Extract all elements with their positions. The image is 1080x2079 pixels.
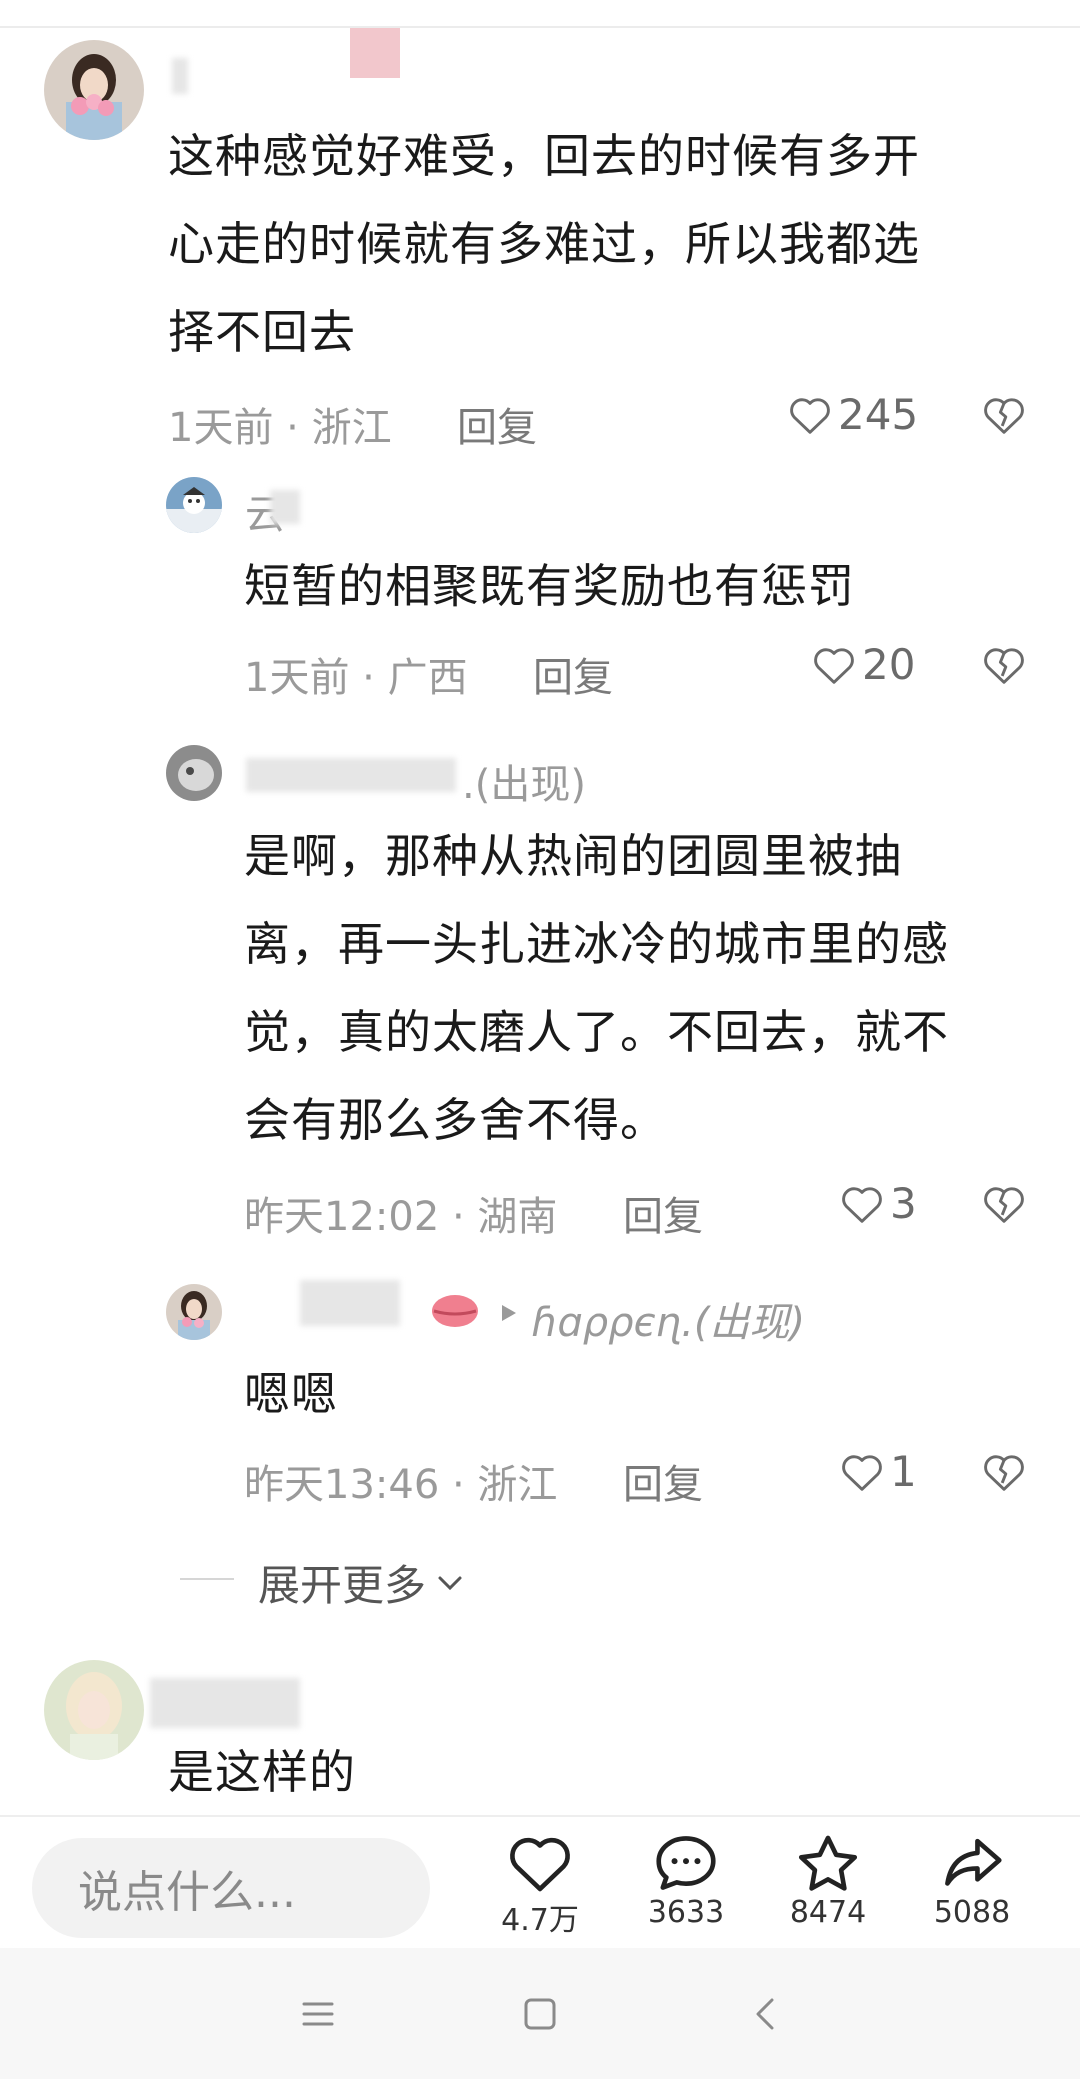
share-icon <box>945 1838 1002 1886</box>
comment-input[interactable]: 说点什么... <box>32 1838 430 1938</box>
like-button[interactable]: 3 <box>840 1179 917 1228</box>
heart-icon <box>842 1186 882 1223</box>
top-divider <box>0 26 1080 28</box>
comment-bubble-icon <box>656 1836 716 1890</box>
reply-username: .(出现) <box>462 762 586 808</box>
heart-icon <box>790 397 830 434</box>
dislike-button[interactable] <box>982 1452 1026 1496</box>
like-post-button[interactable]: 4.7万 <box>480 1833 600 1939</box>
share-count: 5088 <box>933 1895 1011 1930</box>
comment-count: 3633 <box>647 1895 725 1930</box>
comment-input-placeholder: 说点什么... <box>78 1867 296 1918</box>
like-count: 3 <box>890 1179 917 1228</box>
menu-icon[interactable] <box>300 1996 336 2032</box>
avatar[interactable] <box>166 477 222 533</box>
username-redacted <box>246 758 456 792</box>
broken-heart-icon <box>984 1455 1024 1491</box>
reply-text: 嗯嗯 <box>244 1367 338 1421</box>
broken-heart-icon <box>984 398 1024 434</box>
reply-meta: 1天前 · 广西 <box>244 655 468 701</box>
broken-heart-icon <box>984 648 1024 684</box>
expand-more-button[interactable]: 展开更多 <box>258 1552 464 1613</box>
expand-more-label: 展开更多 <box>258 1561 427 1610</box>
home-square-icon[interactable] <box>522 1996 558 2032</box>
lips-emoji-icon <box>432 1295 478 1327</box>
chevron-down-icon <box>438 1576 462 1590</box>
reply-meta: 昨天13:46 · 浙江 <box>244 1462 558 1508</box>
like-count: 1 <box>890 1447 917 1496</box>
broken-heart-icon <box>984 1187 1024 1223</box>
reply-button[interactable]: 回复 <box>457 395 537 453</box>
avatar[interactable] <box>44 40 144 140</box>
expand-divider <box>180 1578 234 1580</box>
dislike-button[interactable] <box>982 1184 1026 1228</box>
favorite-count: 8474 <box>789 1895 867 1930</box>
avatar[interactable] <box>44 1660 144 1760</box>
back-chevron-icon[interactable] <box>748 1996 784 2032</box>
like-button[interactable]: 20 <box>812 640 915 689</box>
username-redacted <box>172 58 188 94</box>
comment-text: 这种感觉好难受，回去的时候有多开 心走的时候就有多难过，所以我都选 择不回去 <box>168 129 920 359</box>
avatar[interactable] <box>166 745 222 801</box>
share-button[interactable]: 5088 <box>912 1833 1032 1930</box>
username-redacted <box>270 490 300 524</box>
like-count: 20 <box>862 640 916 689</box>
username-redacted <box>150 1678 300 1728</box>
reply-button[interactable]: 回复 <box>623 1184 703 1242</box>
reply-button[interactable]: 回复 <box>623 1452 703 1510</box>
heart-icon <box>842 1454 882 1491</box>
comment-meta: 1天前 · 浙江 <box>168 405 392 451</box>
comments-button[interactable]: 3633 <box>626 1833 746 1930</box>
like-button[interactable]: 1 <box>840 1447 917 1496</box>
like-count: 245 <box>838 390 919 439</box>
like-post-count: 4.7万 <box>501 1903 579 1938</box>
username-redacted-badge <box>350 28 400 78</box>
like-button[interactable]: 245 <box>788 390 918 439</box>
star-icon <box>798 1835 858 1891</box>
comment-text: 是这样的 <box>168 1745 356 1799</box>
reply-to-username: ɦɑρρєɳ.(出现) <box>532 1300 806 1346</box>
avatar[interactable] <box>166 1284 222 1340</box>
dislike-button[interactable] <box>982 395 1026 439</box>
reply-arrow-icon <box>502 1305 516 1321</box>
username-redacted <box>300 1280 400 1326</box>
reply-text: 短暂的相聚既有奖励也有惩罚 <box>244 559 855 613</box>
reply-meta: 昨天12:02 · 湖南 <box>244 1194 558 1240</box>
heart-icon <box>814 647 854 684</box>
reply-text: 是啊，那种从热闹的团圆里被抽 离，再一头扎进冰冷的城市里的感 觉，真的太磨人了。… <box>244 829 949 1147</box>
heart-icon <box>510 1837 570 1892</box>
reply-button[interactable]: 回复 <box>533 645 613 703</box>
dislike-button[interactable] <box>982 645 1026 689</box>
favorite-button[interactable]: 8474 <box>768 1833 888 1930</box>
